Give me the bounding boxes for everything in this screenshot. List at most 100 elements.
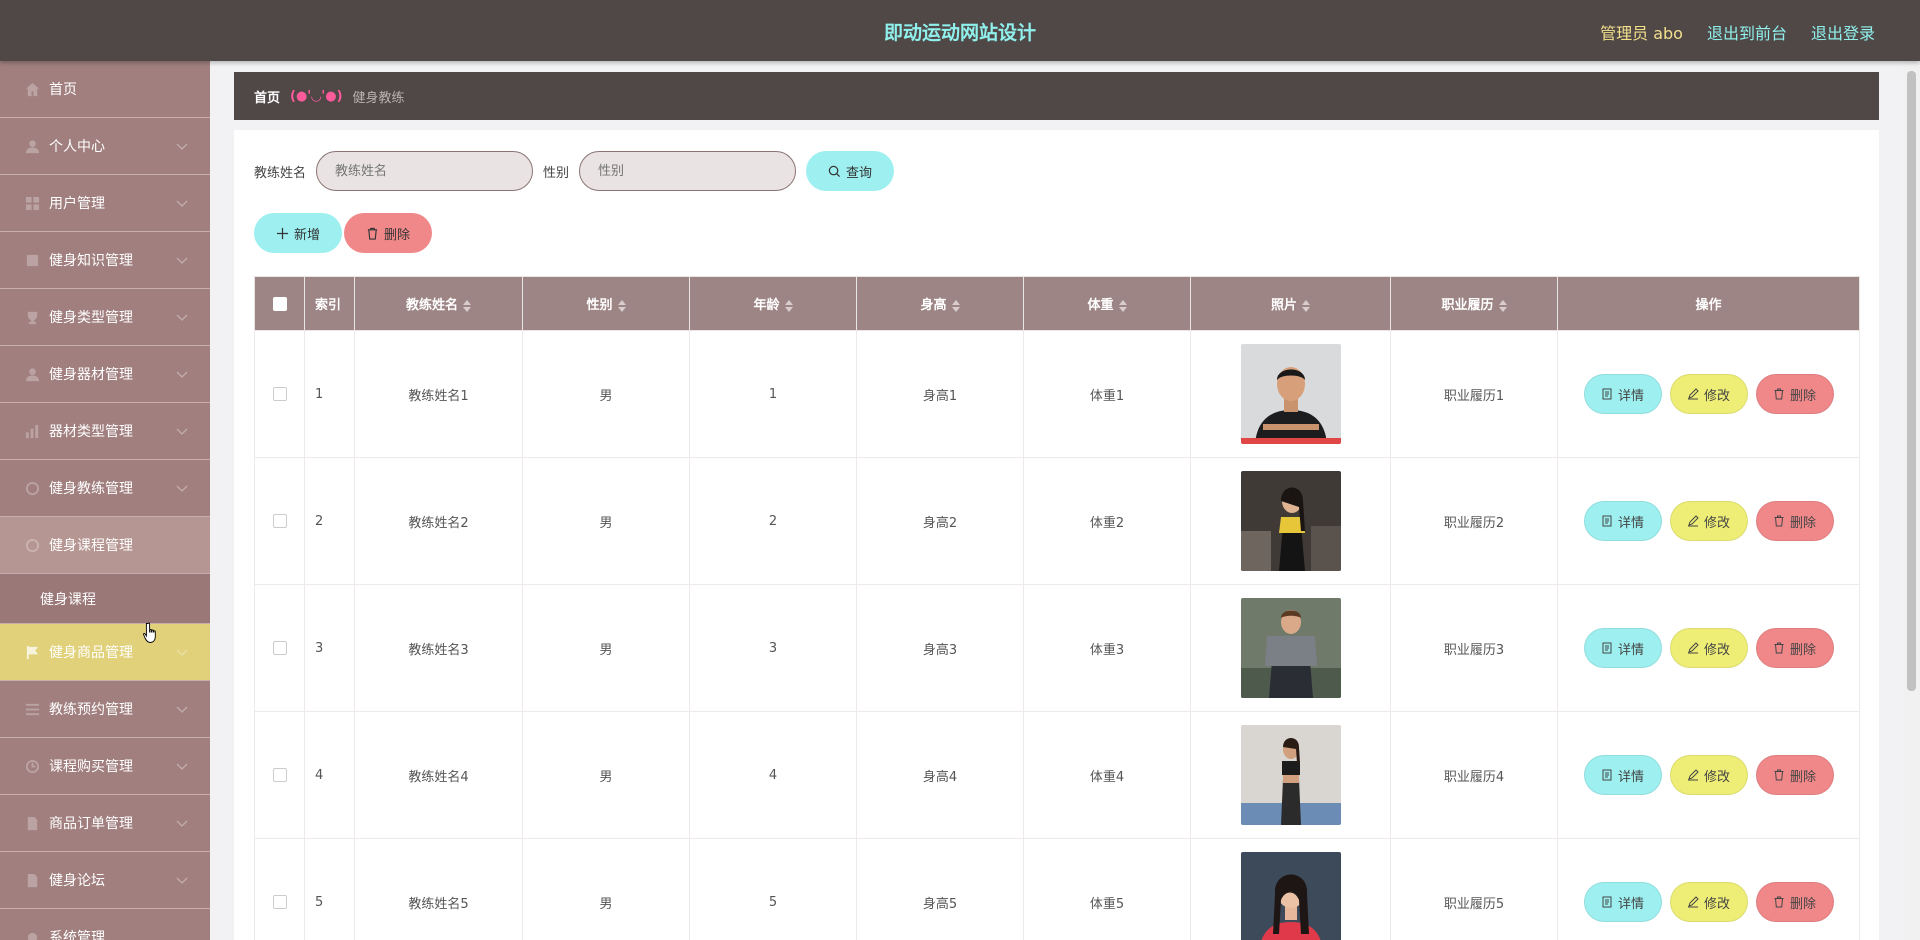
cell-actions: 详情 修改 删除 [1557, 584, 1860, 712]
cell-index: 5 [304, 838, 355, 940]
cell-actions: 详情 修改 删除 [1557, 838, 1860, 940]
edit-button[interactable]: 修改 [1669, 374, 1748, 414]
sidebar-item-fitness-type[interactable]: 健身类型管理 [0, 289, 210, 346]
sidebar-item-coach[interactable]: 健身教练管理 [0, 460, 210, 517]
column-actions: 操作 [1557, 276, 1860, 331]
row-checkbox[interactable] [272, 514, 287, 528]
sidebar-item-users[interactable]: 用户管理 [0, 175, 210, 232]
flag-icon [24, 644, 40, 660]
cell-photo [1190, 457, 1391, 585]
column-resume[interactable]: 职业履历 [1390, 276, 1558, 331]
chevron-down-icon [176, 371, 188, 378]
doc-icon [1602, 769, 1612, 781]
column-age[interactable]: 年龄 [689, 276, 857, 331]
cell-height: 身高3 [856, 584, 1024, 712]
column-name[interactable]: 教练姓名 [354, 276, 523, 331]
delete-button[interactable]: 删除 [1755, 374, 1834, 414]
sidebar-item-forum[interactable]: 健身论坛 [0, 852, 210, 909]
detail-button[interactable]: 详情 [1583, 374, 1662, 414]
doc-icon [24, 815, 40, 831]
sidebar-item-personal[interactable]: 个人中心 [0, 118, 210, 175]
delete-button[interactable]: 删除 [1755, 882, 1834, 922]
sidebar-item-course-purchase[interactable]: 课程购买管理 [0, 738, 210, 795]
sidebar-item-goods[interactable]: 健身商品管理 [0, 624, 210, 681]
coach-photo[interactable] [1240, 344, 1341, 444]
cell-index: 4 [304, 711, 355, 839]
column-height[interactable]: 身高 [856, 276, 1024, 331]
search-form: 教练姓名 性别 查询 [254, 151, 895, 191]
edit-icon [1687, 896, 1699, 908]
coach-name-input[interactable] [316, 151, 534, 191]
select-all-checkbox[interactable] [272, 296, 287, 311]
table-row: 3 教练姓名3 男 3 身高3 体重3 职业履历3 详情 修改 删除 [254, 584, 1860, 712]
sidebar-item-equipment-type[interactable]: 器材类型管理 [0, 403, 210, 460]
detail-button[interactable]: 详情 [1583, 628, 1662, 668]
trash-icon [1774, 896, 1784, 908]
breadcrumb-current: 健身教练 [352, 90, 405, 106]
detail-button[interactable]: 详情 [1583, 501, 1662, 541]
sort-icon[interactable] [951, 299, 960, 312]
chevron-down-icon [176, 143, 188, 150]
detail-button[interactable]: 详情 [1583, 755, 1662, 795]
query-button[interactable]: 查询 [806, 151, 895, 191]
coach-photo[interactable] [1240, 852, 1341, 940]
table-row: 2 教练姓名2 男 2 身高2 体重2 职业履历2 详情 修改 删除 [254, 457, 1860, 585]
delete-button[interactable]: 删除 [1755, 755, 1834, 795]
chevron-down-icon [176, 706, 188, 713]
row-checkbox[interactable] [272, 641, 287, 655]
cell-weight: 体重3 [1023, 584, 1191, 712]
edit-icon [1687, 388, 1699, 400]
sort-icon[interactable] [1498, 299, 1507, 312]
exit-to-front-link[interactable]: 退出到前台 [1707, 20, 1787, 44]
coach-photo[interactable] [1240, 598, 1341, 698]
column-photo[interactable]: 照片 [1190, 276, 1391, 331]
edit-button[interactable]: 修改 [1669, 501, 1748, 541]
breadcrumb-home[interactable]: 首页 [254, 87, 280, 106]
main-panel: 教练姓名 性别 查询 新增 删除 索引 教练姓名 性别 [234, 130, 1879, 940]
vertical-scrollbar[interactable] [1903, 61, 1920, 940]
row-checkbox[interactable] [272, 895, 287, 909]
cell-age: 2 [689, 457, 857, 585]
column-gender[interactable]: 性别 [522, 276, 690, 331]
sidebar-item-knowledge[interactable]: 健身知识管理 [0, 232, 210, 289]
row-checkbox[interactable] [272, 768, 287, 782]
sort-icon[interactable] [617, 299, 626, 312]
gear-icon [24, 929, 40, 940]
cell-height: 身高4 [856, 711, 1024, 839]
logout-link[interactable]: 退出登录 [1811, 20, 1875, 44]
submenu-item-course[interactable]: 健身课程 [0, 574, 210, 624]
sidebar-item-equipment[interactable]: 健身器材管理 [0, 346, 210, 403]
sidebar-item-label: 课程购买管理 [49, 759, 133, 775]
sort-icon[interactable] [1302, 299, 1310, 312]
column-weight[interactable]: 体重 [1023, 276, 1191, 331]
batch-delete-button[interactable]: 删除 [344, 213, 432, 253]
edit-button[interactable]: 修改 [1669, 882, 1748, 922]
trophy-icon [24, 309, 40, 325]
edit-button[interactable]: 修改 [1669, 755, 1748, 795]
add-button[interactable]: 新增 [254, 213, 342, 253]
edit-button[interactable]: 修改 [1669, 628, 1748, 668]
breadcrumb-separator: (●'◡'●) [290, 88, 343, 104]
sidebar-item-course[interactable]: 健身课程管理 [0, 517, 210, 574]
sort-icon[interactable] [1118, 299, 1127, 312]
delete-button[interactable]: 删除 [1755, 628, 1834, 668]
plus-icon [276, 227, 289, 239]
cell-resume: 职业履历1 [1390, 330, 1558, 458]
coach-photo[interactable] [1240, 471, 1341, 571]
delete-button[interactable]: 删除 [1755, 501, 1834, 541]
top-bar: 即动运动网站设计 管理员 abo 退出到前台 退出登录 [0, 0, 1920, 61]
detail-button[interactable]: 详情 [1583, 882, 1662, 922]
sidebar-item-home[interactable]: 首页 [0, 61, 210, 118]
row-checkbox[interactable] [272, 387, 287, 401]
cell-actions: 详情 修改 删除 [1557, 711, 1860, 839]
sidebar-item-system[interactable]: 系统管理 [0, 909, 210, 940]
select-all-checkbox-cell[interactable] [254, 276, 305, 331]
sidebar-item-booking[interactable]: 教练预约管理 [0, 681, 210, 738]
sidebar-item-orders[interactable]: 商品订单管理 [0, 795, 210, 852]
sort-icon[interactable] [463, 299, 471, 312]
gender-input[interactable] [579, 151, 797, 191]
doc-icon [1602, 896, 1612, 908]
coach-photo[interactable] [1240, 725, 1341, 825]
scrollbar-thumb[interactable] [1907, 71, 1916, 691]
sort-icon[interactable] [784, 299, 793, 312]
